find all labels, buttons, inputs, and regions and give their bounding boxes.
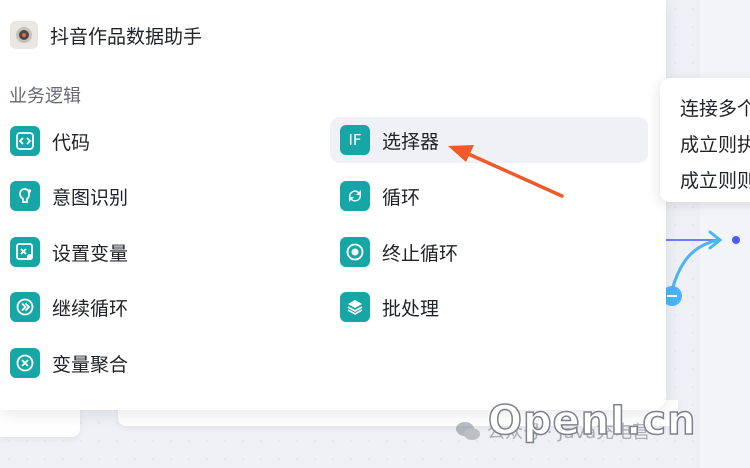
tooltip-line: 连接多个 <box>680 98 750 120</box>
tooltip-pointer <box>648 134 660 154</box>
wechat-icon <box>456 422 480 440</box>
watermark-logo: OpenI.cn <box>487 397 697 445</box>
tooltip-line: 成立则执 <box>680 134 750 156</box>
tooltip-line: 成立则则 <box>680 170 750 192</box>
node-description-tooltip: 连接多个 成立则执 成立则则 <box>660 78 750 202</box>
